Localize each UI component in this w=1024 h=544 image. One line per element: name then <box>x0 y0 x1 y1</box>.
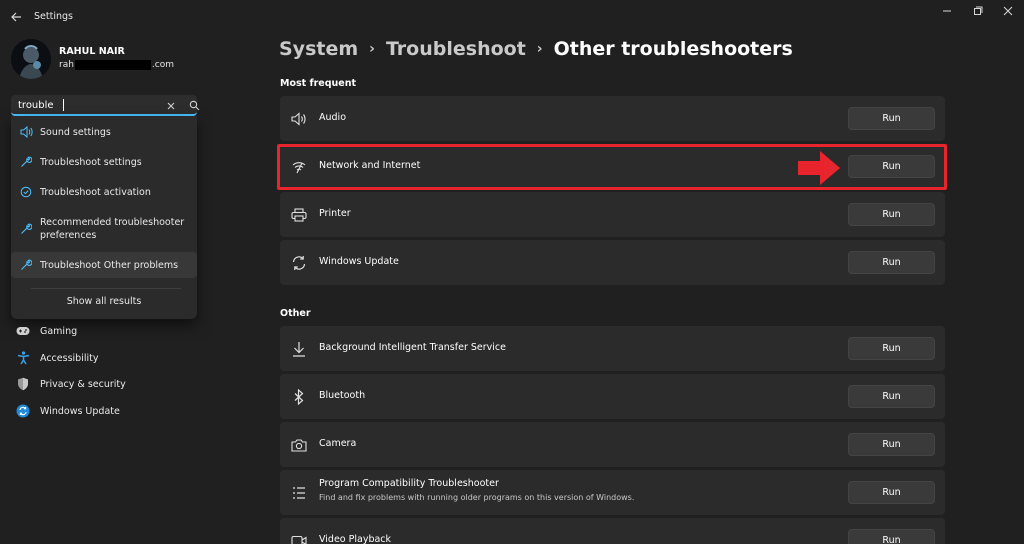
section-title-other: Other <box>280 308 311 319</box>
breadcrumb-troubleshoot[interactable]: Troubleshoot <box>386 38 526 60</box>
search-box[interactable] <box>11 95 200 116</box>
red-arrow-annotation <box>798 151 840 185</box>
sidebar-item-label: Privacy & security <box>40 378 126 390</box>
suggestions-divider <box>31 288 181 289</box>
run-button-windows-update[interactable]: Run <box>848 251 935 274</box>
run-button-camera[interactable]: Run <box>848 433 935 456</box>
avatar-image <box>11 39 51 79</box>
minimize-icon <box>943 10 951 12</box>
email-suffix: .com <box>151 60 175 70</box>
highlight-box <box>277 144 947 190</box>
breadcrumb-system[interactable]: System <box>279 38 358 60</box>
shield-icon <box>16 377 30 391</box>
suggestion-sound-settings[interactable]: Sound settings <box>11 120 197 144</box>
suggestion-label: Troubleshoot activation <box>40 187 151 198</box>
email-redaction <box>74 60 151 70</box>
search-icon[interactable] <box>189 100 200 111</box>
restore-button[interactable] <box>968 3 988 19</box>
troubleshooter-bits: Background Intelligent Transfer Service … <box>280 326 945 371</box>
section-title-most-frequent: Most frequent <box>280 78 357 89</box>
page-title: Other troubleshooters <box>553 38 793 60</box>
clear-search-button[interactable] <box>165 100 177 112</box>
minimize-button[interactable] <box>937 3 957 19</box>
user-email: rah .com <box>59 60 174 70</box>
sidebar-item-windows-update[interactable]: Windows Update <box>16 400 196 422</box>
back-arrow-icon <box>10 12 21 22</box>
bluetooth-icon <box>290 388 307 405</box>
back-button[interactable] <box>6 8 26 26</box>
troubleshooter-windows-update: Windows Update Run <box>280 240 945 285</box>
close-button[interactable] <box>998 3 1018 19</box>
download-icon <box>290 340 307 357</box>
accessibility-icon <box>16 351 30 365</box>
troubleshooter-printer: Printer Run <box>280 192 945 237</box>
wrench-icon <box>19 155 33 169</box>
title-bar: Settings <box>0 0 1024 34</box>
troubleshooter-label: Audio <box>319 112 347 123</box>
suggestion-troubleshoot-other-problems[interactable]: Troubleshoot Other problems <box>11 252 197 278</box>
troubleshooter-label: Background Intelligent Transfer Service <box>319 342 506 353</box>
speaker-icon <box>290 110 307 127</box>
troubleshooter-label: Windows Update <box>319 256 399 267</box>
update-icon <box>16 404 30 418</box>
troubleshooter-camera: Camera Run <box>280 422 945 467</box>
troubleshooter-description: Find and fix problems with running older… <box>319 493 635 502</box>
troubleshooter-label: Bluetooth <box>319 390 366 401</box>
breadcrumb-separator: › <box>536 41 543 57</box>
sidebar-item-label: Windows Update <box>40 405 120 417</box>
suggestion-troubleshoot-activation[interactable]: Troubleshoot activation <box>11 180 197 204</box>
printer-icon <box>290 206 307 223</box>
suggestion-recommended-troubleshooter-preferences[interactable]: Recommended troubleshooter preferences <box>11 210 197 248</box>
sidebar-item-accessibility[interactable]: Accessibility <box>16 347 196 369</box>
camera-icon <box>290 436 307 453</box>
suggestion-label: Sound settings <box>40 127 111 138</box>
troubleshooter-video-playback: Video Playback Run <box>280 518 945 544</box>
troubleshooter-label: Program Compatibility Troubleshooter <box>319 478 499 489</box>
close-icon <box>167 102 175 110</box>
suggestion-troubleshoot-settings[interactable]: Troubleshoot settings <box>11 150 197 174</box>
troubleshooter-bluetooth: Bluetooth Run <box>280 374 945 419</box>
run-button-bluetooth[interactable]: Run <box>848 385 935 408</box>
suggestion-label: Recommended troubleshooter preferences <box>40 217 185 241</box>
troubleshooter-label: Camera <box>319 438 357 449</box>
sidebar-item-label: Gaming <box>40 325 78 337</box>
app-title: Settings <box>34 11 73 22</box>
search-input[interactable] <box>18 98 148 112</box>
troubleshooter-label: Printer <box>319 208 351 219</box>
search-suggestions: Sound settings Troubleshoot settings Tro… <box>11 116 197 319</box>
run-button-printer[interactable]: Run <box>848 203 935 226</box>
wrench-icon <box>19 222 33 236</box>
avatar[interactable] <box>11 39 51 79</box>
suggestion-label: Troubleshoot settings <box>40 157 142 168</box>
sidebar-item-label: Accessibility <box>40 352 99 364</box>
troubleshooter-program-compatibility: Program Compatibility Troubleshooter Fin… <box>280 470 945 515</box>
sidebar-item-privacy-security[interactable]: Privacy & security <box>16 373 196 395</box>
wrench-icon <box>19 258 33 272</box>
breadcrumb-separator: › <box>369 41 375 57</box>
run-button-video-playback[interactable]: Run <box>848 529 935 544</box>
run-button-audio[interactable]: Run <box>848 107 935 130</box>
close-icon <box>1003 6 1013 16</box>
gamepad-icon <box>16 324 30 338</box>
troubleshooter-audio: Audio Run <box>280 96 945 141</box>
sidebar-item-gaming[interactable]: Gaming <box>16 320 196 342</box>
text-caret <box>63 99 64 111</box>
suggestion-label: Troubleshoot Other problems <box>40 260 179 271</box>
breadcrumb: System › Troubleshoot › Other troublesho… <box>279 38 793 60</box>
troubleshooter-label: Video Playback <box>319 534 392 544</box>
email-prefix: rah <box>59 60 74 70</box>
show-all-results-link[interactable]: Show all results <box>11 296 197 307</box>
checkmark-circle-icon <box>19 185 33 199</box>
video-icon <box>290 532 307 544</box>
user-name: RAHUL NAIR <box>59 46 125 57</box>
restore-icon <box>974 6 983 15</box>
list-icon <box>290 484 307 501</box>
sync-icon <box>290 254 307 271</box>
run-button-program-compatibility[interactable]: Run <box>848 481 935 504</box>
speaker-icon <box>19 125 33 139</box>
run-button-bits[interactable]: Run <box>848 337 935 360</box>
